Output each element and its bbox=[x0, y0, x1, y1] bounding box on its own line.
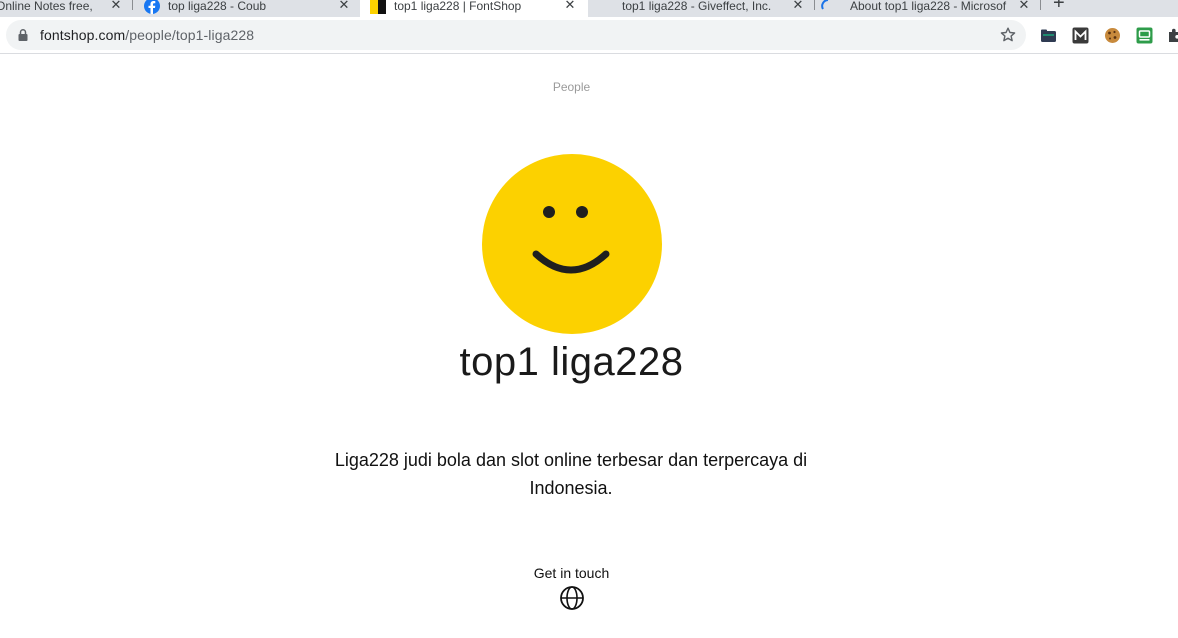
address-bar[interactable]: fontshop.com/people/top1-liga228 bbox=[6, 20, 1026, 50]
bookmark-star-icon[interactable] bbox=[999, 26, 1017, 44]
breadcrumb-people[interactable]: People bbox=[0, 80, 1143, 94]
tab-online-notes[interactable]: Online Notes free, n ✕ bbox=[0, 0, 130, 17]
tab-separator bbox=[1040, 0, 1041, 10]
tab-fontshop[interactable]: top1 liga228 | FontShop ✕ bbox=[360, 0, 588, 17]
tab-close-icon[interactable]: ✕ bbox=[562, 0, 578, 13]
lock-icon[interactable] bbox=[16, 28, 30, 42]
globe-icon[interactable] bbox=[559, 585, 585, 611]
person-name: top1 liga228 bbox=[459, 340, 684, 384]
tab-title: top liga228 - Coub bbox=[168, 0, 267, 13]
extension-cookie-icon[interactable] bbox=[1104, 27, 1121, 44]
url-text[interactable]: fontshop.com/people/top1-liga228 bbox=[40, 27, 254, 43]
avatar-circle bbox=[482, 154, 662, 334]
url-path: /people/top1-liga228 bbox=[125, 27, 255, 43]
extension-m-icon[interactable] bbox=[1072, 27, 1089, 44]
tab-close-icon[interactable]: ✕ bbox=[1016, 0, 1032, 13]
tab-title: top1 liga228 - Giveffect, Inc. bbox=[622, 0, 772, 13]
tab-close-icon[interactable]: ✕ bbox=[336, 0, 352, 13]
tab-strip: Online Notes free, n ✕ top liga228 - Cou… bbox=[0, 0, 1178, 17]
tab-coub[interactable]: top liga228 - Coub ✕ bbox=[140, 0, 358, 17]
tab-title: About top1 liga228 - Microsof bbox=[850, 0, 1007, 13]
extensions-puzzle-icon[interactable] bbox=[1166, 27, 1178, 44]
new-tab-button[interactable]: + bbox=[1053, 0, 1065, 15]
get-in-touch-label: Get in touch bbox=[533, 565, 610, 581]
loading-favicon-icon bbox=[821, 0, 829, 9]
smiley-avatar bbox=[482, 154, 662, 334]
extension-green-icon[interactable] bbox=[1136, 27, 1153, 44]
fontshop-favicon-icon bbox=[370, 0, 386, 14]
avatar-right-eye bbox=[576, 206, 588, 218]
tab-close-icon[interactable]: ✕ bbox=[108, 0, 124, 13]
tab-title: Online Notes free, n bbox=[0, 0, 96, 13]
browser-toolbar: fontshop.com/people/top1-liga228 bbox=[0, 17, 1178, 54]
tab-microsoft[interactable]: About top1 liga228 - Microsof ✕ bbox=[818, 0, 1038, 17]
tab-separator bbox=[814, 0, 815, 10]
extension-folder-icon[interactable] bbox=[1040, 27, 1057, 44]
url-host: fontshop.com bbox=[40, 27, 126, 43]
facebook-favicon-icon bbox=[144, 0, 160, 14]
tab-title: top1 liga228 | FontShop bbox=[394, 0, 522, 13]
tab-close-icon[interactable]: ✕ bbox=[790, 0, 806, 13]
person-bio: Liga228 judi bola dan slot online terbes… bbox=[334, 450, 808, 498]
avatar-left-eye bbox=[543, 206, 555, 218]
tab-separator bbox=[132, 0, 133, 10]
tab-giveffect[interactable]: top1 liga228 - Giveffect, Inc. ✕ bbox=[590, 0, 812, 17]
